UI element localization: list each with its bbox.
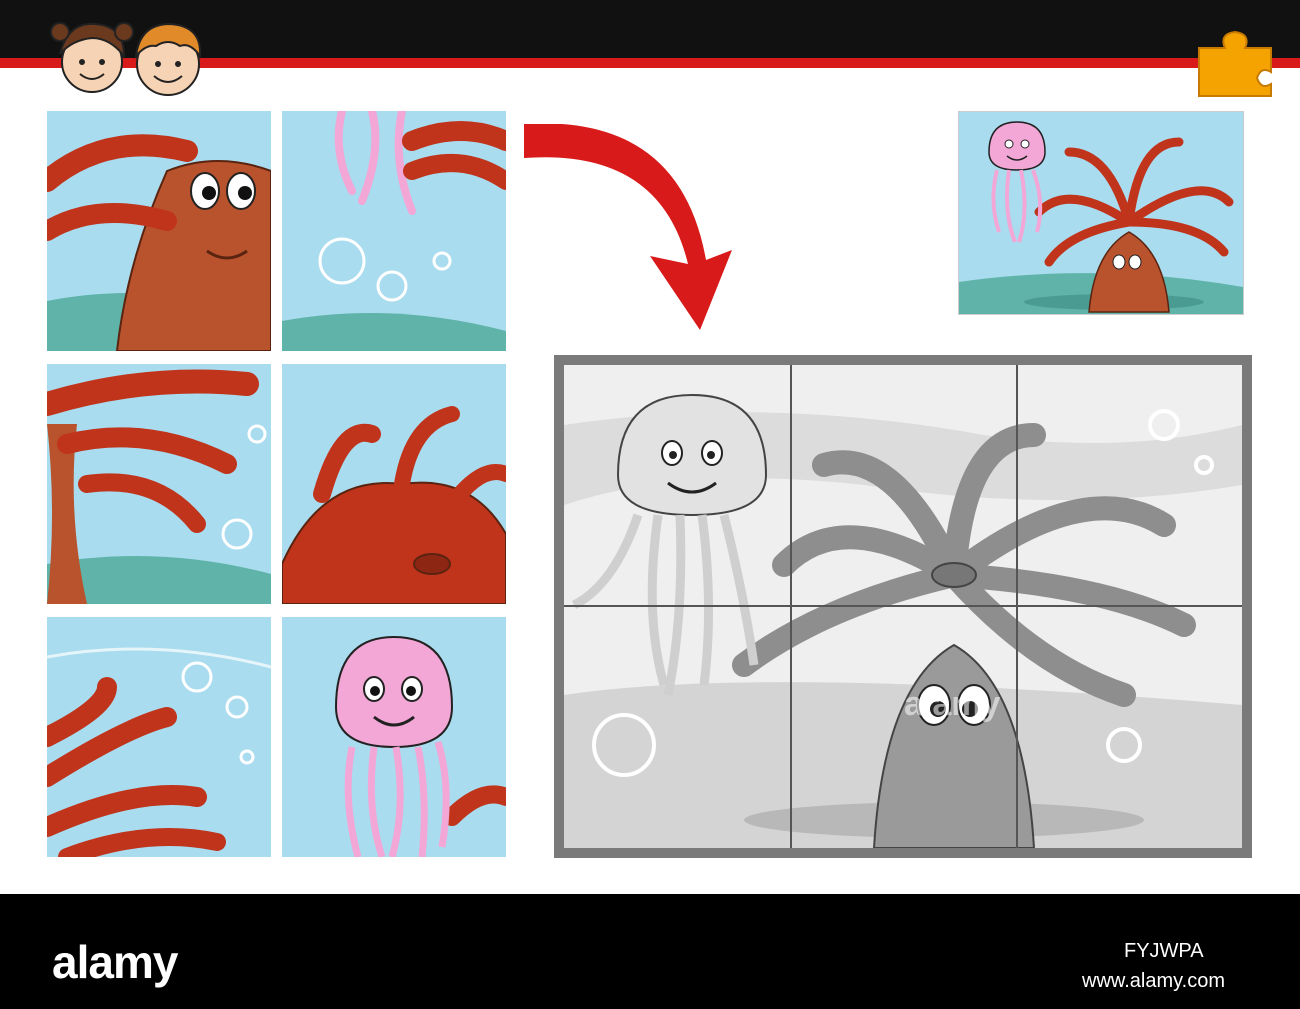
curved-arrow-icon — [524, 124, 732, 330]
image-id: FYJWPA — [1124, 940, 1204, 962]
grid-line-h1 — [564, 605, 1242, 607]
puzzle-piece-2[interactable] — [282, 111, 506, 351]
puzzle-board[interactable]: alamy — [554, 355, 1252, 858]
reference-image — [958, 111, 1244, 315]
brand-logo: alamy — [52, 936, 178, 988]
puzzle-piece-icon — [1198, 30, 1272, 97]
puzzle-piece-1[interactable] — [47, 111, 271, 351]
puzzle-piece-4[interactable] — [282, 364, 506, 604]
puzzle-piece-6[interactable] — [282, 617, 506, 857]
kids-faces-icon — [50, 22, 202, 96]
puzzle-piece-5[interactable] — [47, 617, 271, 857]
puzzle-board-canvas: alamy — [564, 365, 1242, 848]
site-url: www.alamy.com — [1082, 970, 1225, 992]
puzzle-piece-3[interactable] — [47, 364, 271, 604]
